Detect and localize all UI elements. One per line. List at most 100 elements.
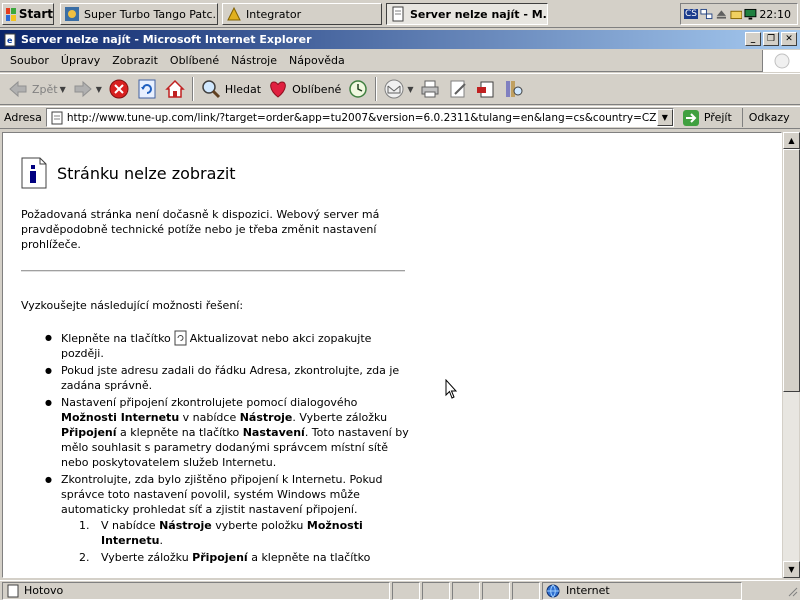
stop-icon	[109, 79, 129, 99]
stop-button[interactable]	[105, 75, 133, 103]
close-button[interactable]: ✕	[781, 32, 797, 46]
back-arrow-icon	[9, 80, 27, 98]
vertical-scrollbar[interactable]: ▲ ▼	[782, 132, 800, 578]
go-button[interactable]: Přejít	[682, 109, 732, 127]
restore-button[interactable]: ❐	[763, 32, 779, 46]
list-item: Nastavení připojení zkontrolujete pomocí…	[21, 395, 411, 470]
status-cell	[392, 581, 420, 600]
error-description: Požadovaná stránka není dočasně k dispoz…	[21, 208, 380, 251]
edit-button[interactable]	[444, 75, 472, 103]
windows-throbber	[762, 50, 800, 72]
list-item: 2. Vyberte záložku Připojení a klepněte …	[61, 550, 411, 565]
home-icon	[165, 79, 185, 98]
address-dropdown-button[interactable]: ▼	[656, 109, 673, 126]
suggestions-list: Klepněte na tlačítkoAktualizovat nebo ak…	[21, 330, 411, 567]
svg-text:e: e	[7, 36, 13, 45]
forward-button[interactable]: ▼	[69, 75, 105, 103]
tip-text: V nabídce	[101, 519, 156, 532]
menu-item-napoveda[interactable]: Nápověda	[283, 54, 351, 67]
window-titlebar[interactable]: e Server nelze najít - Microsoft Interne…	[0, 30, 800, 49]
home-button[interactable]	[161, 75, 189, 103]
tip-text: v nabídce	[182, 411, 237, 424]
start-button[interactable]: Start	[2, 3, 54, 25]
page-icon	[51, 111, 63, 124]
print-button[interactable]	[416, 75, 444, 103]
refresh-icon	[138, 79, 156, 99]
mail-dropdown-icon[interactable]: ▼	[407, 85, 413, 94]
history-icon	[349, 80, 368, 98]
links-toolbar[interactable]: Odkazy	[741, 108, 790, 127]
tip-bold: Nástroje	[159, 519, 212, 532]
links-label: Odkazy	[748, 111, 790, 124]
tip-text: a klepněte na tlačítko	[251, 551, 371, 564]
tip-bold: Připojení	[61, 426, 117, 439]
back-button[interactable]: Zpět ▼	[4, 75, 69, 103]
windows-logo-icon	[6, 7, 16, 21]
search-button[interactable]: Hledat	[197, 75, 264, 103]
taskbar-item-integrator[interactable]: Integrator	[222, 3, 382, 25]
scroll-up-button[interactable]: ▲	[783, 132, 800, 149]
page-title: Stránku nelze zobrazit	[57, 163, 236, 183]
folder-icon[interactable]	[730, 7, 743, 21]
tip-text: Zkontrolujte, zda bylo zjištěno připojen…	[61, 473, 383, 516]
suggestions-heading: Vyzkoušejte následující možnosti řešení:	[21, 299, 244, 312]
taskbar-item-label: Super Turbo Tango Patc...	[84, 7, 218, 21]
discuss-button[interactable]	[472, 75, 500, 103]
research-icon	[506, 81, 523, 97]
forward-dropdown-icon[interactable]: ▼	[96, 85, 102, 94]
refresh-button[interactable]	[133, 75, 161, 103]
address-label: Adresa	[4, 111, 42, 124]
taskbar-item-super-turbo-tango[interactable]: Super Turbo Tango Patc...	[60, 3, 218, 25]
network-icon[interactable]	[700, 7, 713, 21]
tip-bold: Nastavení	[242, 426, 305, 439]
favorites-button[interactable]: Oblíbené	[264, 75, 344, 103]
tip-text: .	[159, 534, 163, 547]
taskbar-item-internet-explorer[interactable]: Server nelze najít - M...	[386, 3, 548, 25]
menu-item-upravy[interactable]: Úpravy	[55, 54, 106, 67]
step-number: 2.	[79, 551, 90, 564]
menu-item-soubor[interactable]: Soubor	[4, 54, 55, 67]
research-button[interactable]	[500, 75, 528, 103]
zone-label: Internet	[566, 584, 610, 597]
edit-page-icon	[450, 80, 467, 98]
tip-text: . Vyberte záložku	[292, 411, 388, 424]
search-label: Hledat	[224, 82, 262, 96]
windows-logo-icon	[774, 53, 789, 69]
monitor-icon[interactable]	[744, 7, 757, 21]
step-number: 1.	[79, 519, 90, 532]
mail-button[interactable]: ▼	[380, 75, 416, 103]
scroll-down-button[interactable]: ▼	[783, 561, 800, 578]
list-item: Klepněte na tlačítkoAktualizovat nebo ak…	[21, 330, 411, 361]
favorites-label: Oblíbené	[292, 82, 342, 96]
resize-grip-icon[interactable]	[786, 585, 798, 597]
security-zone[interactable]: Internet	[542, 581, 742, 600]
search-icon	[202, 80, 220, 99]
minimize-button[interactable]: _	[745, 32, 761, 46]
language-indicator[interactable]: CS	[684, 9, 698, 19]
printer-icon	[421, 80, 439, 98]
back-dropdown-icon[interactable]: ▼	[60, 85, 66, 94]
internet-globe-icon	[546, 584, 560, 598]
status-cell	[512, 581, 540, 600]
window-title: Server nelze najít - Microsoft Internet …	[21, 33, 312, 46]
menu-item-nastroje[interactable]: Nástroje	[225, 54, 283, 67]
taskbar: Start Super Turbo Tango Patc... Integrat…	[0, 0, 800, 28]
list-item: Pokud jste adresu zadali do řádku Adresa…	[21, 363, 411, 393]
list-item: 1. V nabídce Nástroje vyberte položku Mo…	[61, 518, 411, 548]
start-label: Start	[18, 7, 53, 21]
address-input[interactable]: http://www.tune-up.com/link/?target=orde…	[45, 108, 674, 127]
list-item: Zkontrolujte, zda bylo zjištěno připojen…	[21, 472, 411, 565]
scroll-thumb[interactable]	[783, 149, 800, 392]
system-tray: CS 22:10	[680, 3, 798, 25]
page-content: Stránku nelze zobrazit Požadovaná stránk…	[2, 132, 782, 578]
eject-icon[interactable]	[715, 7, 728, 21]
tip-text: a klepněte na tlačítko	[120, 426, 240, 439]
menu-bar: Soubor Úpravy Zobrazit Oblíbené Nástroje…	[0, 50, 800, 72]
refresh-icon	[174, 330, 187, 346]
menu-item-zobrazit[interactable]: Zobrazit	[106, 54, 164, 67]
page-icon	[392, 6, 404, 22]
menu-item-oblibene[interactable]: Oblíbené	[164, 54, 225, 67]
standard-toolbar: Zpět ▼ ▼ Hledat Oblíbené ▼	[0, 73, 800, 105]
history-button[interactable]	[344, 75, 372, 103]
tip-bold: Nástroje	[239, 411, 293, 424]
